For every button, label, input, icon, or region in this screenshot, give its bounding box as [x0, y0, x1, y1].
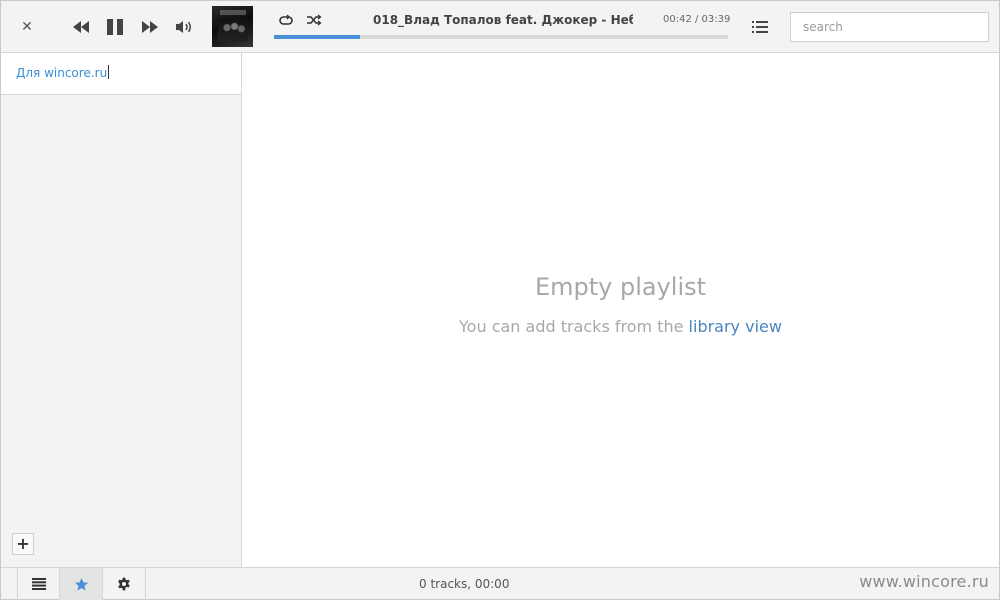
empty-playlist-title: Empty playlist [534, 273, 707, 301]
gear-icon [118, 577, 130, 591]
music-player-window: ✕ 018_Влад Топалов feat. Джокер - Небо 7… [0, 0, 1000, 600]
player-toolbar: ✕ 018_Влад Топалов feat. Джокер - Небо 7… [1, 1, 999, 53]
now-playing-title: 018_Влад Топалов feat. Джокер - Небо 7..… [373, 13, 633, 27]
next-track-button[interactable] [138, 15, 162, 39]
close-button[interactable]: ✕ [16, 16, 38, 38]
settings-button[interactable] [103, 568, 146, 600]
volume-button[interactable] [174, 15, 194, 39]
album-cover[interactable] [212, 6, 253, 47]
status-bar: 0 tracks, 00:00 www.wincore.ru [1, 567, 999, 600]
album-cover-title-art [220, 10, 246, 15]
library-view-link[interactable]: library view [689, 317, 782, 336]
repeat-icon [279, 14, 293, 25]
playlist-name-field[interactable]: Для wincore.ru [1, 53, 241, 95]
playlist-view: Empty playlist You can add tracks from t… [242, 53, 999, 567]
album-cover-photo-art [218, 18, 248, 42]
seek-bar[interactable] [274, 35, 728, 39]
queue-button[interactable] [752, 19, 768, 33]
text-cursor [108, 65, 110, 79]
playback-time: 00:42 / 03:39 [663, 14, 731, 25]
previous-track-button[interactable] [69, 15, 93, 39]
add-playlist-button[interactable]: + [12, 533, 34, 555]
pause-icon [107, 19, 123, 35]
rewind-icon [73, 21, 89, 33]
pause-button[interactable] [104, 15, 126, 39]
playlist-sidebar: Для wincore.ru + [1, 53, 242, 567]
seek-bar-progress [274, 35, 361, 39]
fast-forward-icon [142, 21, 158, 33]
favorites-button[interactable] [60, 568, 103, 600]
shuffle-icon [307, 14, 322, 26]
empty-playlist-text: You can add tracks from the [459, 317, 684, 336]
watermark-text: www.wincore.ru [859, 572, 989, 591]
track-count-status: 0 tracks, 00:00 [419, 577, 510, 591]
empty-playlist-hint: You can add tracks from the library view [242, 317, 999, 336]
search-input[interactable] [790, 12, 989, 42]
playlist-view-button[interactable] [17, 568, 60, 600]
playlist-name: Для wincore.ru [16, 66, 108, 80]
list-icon [752, 21, 768, 33]
volume-icon [176, 21, 191, 33]
list-icon [31, 578, 46, 590]
star-icon [74, 577, 88, 590]
repeat-button[interactable] [278, 12, 294, 28]
shuffle-button[interactable] [306, 12, 322, 28]
